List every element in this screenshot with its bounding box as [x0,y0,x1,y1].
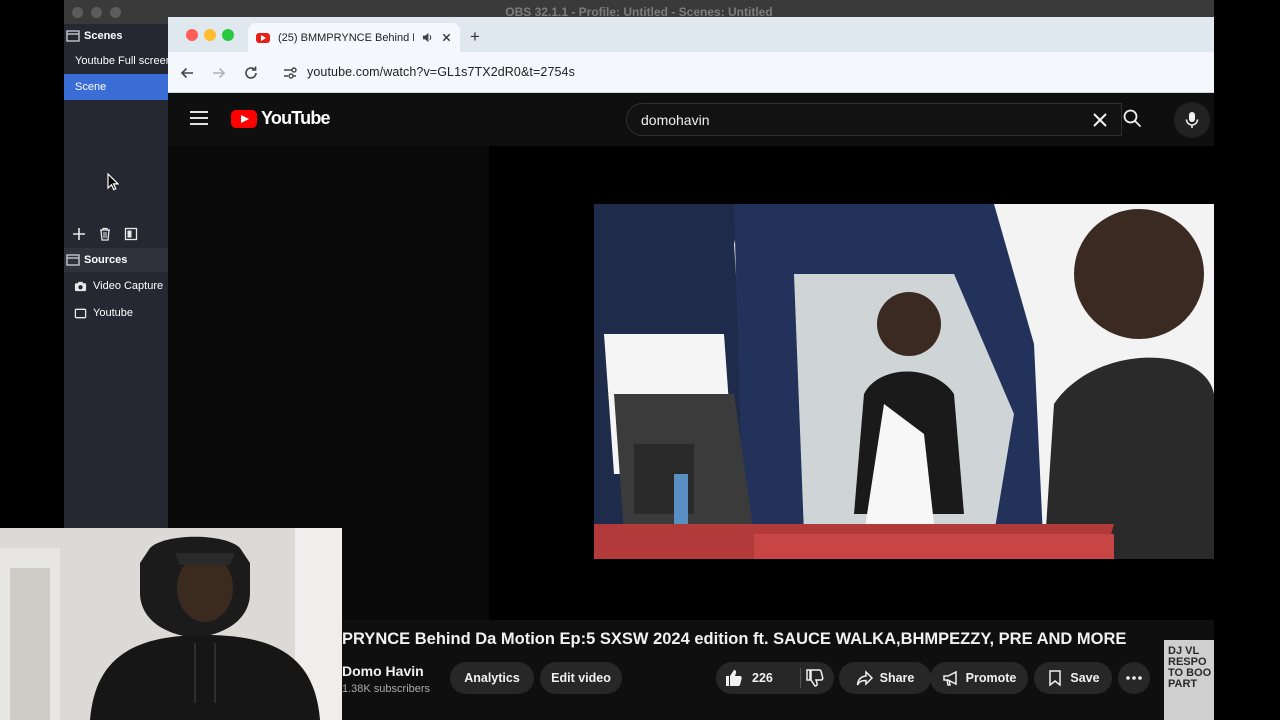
close-window-button[interactable] [186,29,198,41]
screen: OBS 32.1.1 - Profile: Untitled - Scenes:… [0,0,1280,720]
microphone-icon [1185,112,1199,128]
thumbs-up-icon [726,670,742,686]
address-bar: youtube.com/watch?v=GL1s7TX2dR0&t=2754s [168,52,1214,93]
sources-header-label: Sources [84,254,128,266]
share-icon [856,670,873,686]
mouse-cursor-icon [107,173,119,191]
like-separator [800,668,801,688]
source-item-video-capture[interactable]: Video Capture [64,273,168,299]
camera-icon [74,281,87,291]
edit-video-button[interactable]: Edit video [540,662,622,694]
window-icon [74,308,87,318]
site-info-icon[interactable] [282,65,298,81]
bookmark-icon [1049,670,1062,687]
recommended-video-thumbnail[interactable]: DJ VL RESPO TO BOO PART [1164,640,1214,720]
youtube-play-icon [231,109,257,128]
scene-item-scene[interactable]: Scene [64,74,168,100]
new-tab-button[interactable]: + [470,27,480,47]
zoom-window-button[interactable] [222,29,234,41]
megaphone-icon [942,670,957,686]
subscriber-count: 1.38K subscribers [342,683,431,695]
tab-title: (25) BMMPRYNCE Behind Da Motion [278,31,414,44]
promote-button[interactable]: Promote [930,662,1028,694]
promote-label: Promote [965,671,1017,685]
add-icon[interactable] [72,227,86,241]
video-frame[interactable] [594,204,1214,559]
save-button[interactable]: Save [1034,662,1112,694]
like-dislike-group: 226 [716,662,834,694]
share-button[interactable]: Share [839,662,931,694]
video-title: PRYNCE Behind Da Motion Ep:5 SXSW 2024 e… [342,630,1127,648]
reload-icon[interactable] [243,65,259,81]
search-input[interactable]: domohavin [641,112,710,128]
filters-icon[interactable] [124,227,138,241]
thumbnail-text: DJ VL RESPO TO BOO PART [1168,645,1212,690]
minimize-window-button[interactable] [204,29,216,41]
video-scene [594,204,1214,559]
forward-icon[interactable] [211,65,227,81]
source-label: Youtube [93,307,133,319]
source-label: Video Capture [93,280,164,292]
youtube-logo[interactable]: YouTube [231,108,331,129]
youtube-logo-text: YouTube [261,108,331,128]
more-icon [1126,676,1142,680]
channel-name[interactable]: Domo Havin [342,663,424,679]
menu-icon[interactable] [190,110,208,126]
edit-video-label: Edit video [551,671,611,685]
more-actions-button[interactable] [1118,662,1150,694]
analytics-label: Analytics [464,671,520,685]
url-field[interactable]: youtube.com/watch?v=GL1s7TX2dR0&t=2754s [307,65,575,79]
dock-icon [66,30,80,42]
close-tab-icon[interactable] [441,32,452,43]
voice-search-button[interactable] [1174,102,1210,138]
webcam-scene [0,528,342,720]
scenes-toolbar [64,220,168,248]
trash-icon[interactable] [98,227,112,241]
source-item-youtube[interactable]: Youtube [64,300,168,326]
webcam-overlay [0,528,342,720]
obs-sidebar: Scenes Youtube Full screen Scene Sources… [64,24,168,528]
youtube-header: YouTube domohavin [168,94,1214,146]
scenes-header: Scenes [64,24,168,48]
search-icon[interactable] [1122,108,1142,128]
tab-youtube[interactable]: (25) BMMPRYNCE Behind Da Motion [248,23,460,52]
tab-bar: (25) BMMPRYNCE Behind Da Motion + [168,17,1214,52]
window-controls [186,29,234,41]
analytics-button[interactable]: Analytics [450,662,534,694]
scene-item-youtube-full-screen[interactable]: Youtube Full screen [64,48,168,74]
back-icon[interactable] [179,65,195,81]
scenes-header-label: Scenes [84,30,123,42]
speaker-icon[interactable] [422,32,433,43]
share-label: Share [879,671,915,685]
like-count: 226 [752,671,773,685]
youtube-favicon-icon [256,32,270,43]
clear-search-icon[interactable] [1091,111,1109,129]
dock-icon [66,254,80,266]
save-label: Save [1070,671,1100,685]
thumbs-down-icon[interactable] [804,668,826,688]
like-button[interactable]: 226 [716,662,800,694]
sources-header: Sources [64,248,168,272]
search-box[interactable]: domohavin [626,103,1122,136]
